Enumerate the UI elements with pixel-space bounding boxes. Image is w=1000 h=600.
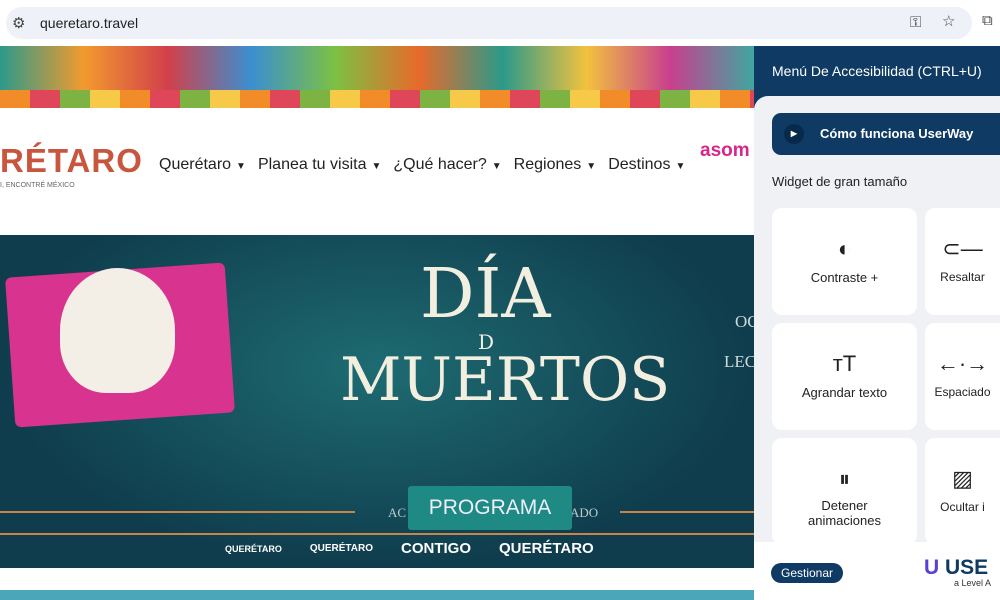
accessibility-panel: Menú De Accesibilidad (CTRL+U) ▶ Cómo fu…: [754, 46, 1000, 600]
play-icon: ▶: [784, 124, 804, 144]
how-it-works-button[interactable]: ▶ Cómo funciona UserWay: [772, 113, 1000, 155]
nav-label: Planea tu visita: [257, 156, 367, 173]
divider: [0, 511, 355, 513]
manage-button[interactable]: Gestionar: [771, 563, 844, 583]
card-label: Espaciado: [934, 385, 991, 399]
panel-body: ▶ Cómo funciona UserWay Widget de gran t…: [754, 96, 1000, 600]
nav-label: ¿Qué hacer?: [393, 156, 487, 173]
highlight-links-card[interactable]: ⊂— Resaltar: [925, 208, 1000, 315]
card-label: Contraste +: [810, 270, 879, 285]
sponsor-logo: QUERÉTARO: [309, 543, 373, 554]
nav-regiones[interactable]: Regiones ▼: [514, 156, 597, 174]
card-label: Agrandar texto: [801, 385, 888, 400]
brand-name: USE: [945, 556, 989, 579]
pause-icon: ⏸: [838, 466, 850, 491]
contrast-icon: ◐: [837, 236, 852, 261]
site-logo[interactable]: RÉTARO: [0, 142, 143, 180]
next-section: [0, 590, 754, 600]
hero-title-2: MUERTOS: [340, 345, 671, 415]
chevron-down-icon: ▼: [371, 161, 382, 172]
hero-title-1: DÍA: [420, 255, 551, 334]
site-settings-icon[interactable]: ⚙: [12, 14, 25, 32]
sponsor-logo: CONTIGO: [401, 540, 471, 557]
browser-toolbar: ⚙ queretaro.travel ⚿ ☆ ⧉: [0, 0, 1000, 46]
nav-label: Querétaro: [159, 156, 232, 173]
nav-queretaro[interactable]: Querétaro ▼: [159, 156, 246, 174]
brand-subtitle: a Level A: [954, 578, 992, 588]
programa-button[interactable]: PROGRAMA: [408, 486, 572, 530]
sponsor-logo: QUERÉTARO: [499, 540, 594, 557]
link-icon: ⊂—: [942, 236, 983, 261]
widget-size-label: Widget de gran tamaño: [772, 174, 908, 189]
chevron-down-icon: ▼: [675, 161, 686, 172]
partner-logo[interactable]: asom: [700, 140, 750, 162]
sponsor-logos: QUERÉTARO QUERÉTARO CONTIGO QUERÉTARO: [225, 540, 594, 557]
nav-planea[interactable]: Planea tu visita ▼: [258, 156, 381, 174]
address-bar[interactable]: [6, 7, 972, 39]
hide-images-card[interactable]: ▨ Ocultar i: [925, 438, 1000, 545]
contrast-card[interactable]: ◐ Contraste +: [772, 208, 917, 315]
extension-icon[interactable]: ⧉: [982, 12, 993, 29]
userway-logo[interactable]: U USE: [924, 556, 988, 580]
spacing-card[interactable]: ←·→ Espaciado: [925, 323, 1000, 430]
image-icon: ▨: [952, 466, 973, 491]
card-label: Ocultar i: [940, 500, 985, 514]
nav-label: Destinos: [608, 156, 671, 173]
userway-u-icon: U: [924, 556, 945, 579]
logo-tagline: I, ENCONTRÉ MÉXICO: [0, 182, 75, 189]
pause-animations-card[interactable]: ⏸ Detener animaciones: [772, 438, 917, 545]
hero-sub-text: ADO: [570, 505, 599, 520]
main-nav: Querétaro ▼ Planea tu visita ▼ ¿Qué hacer?…: [159, 156, 685, 174]
panel-title: Menú De Accesibilidad (CTRL+U): [772, 63, 982, 79]
key-icon[interactable]: ⚿: [910, 14, 921, 31]
chevron-down-icon: ▼: [586, 161, 597, 172]
divider: [0, 533, 754, 535]
divider: [620, 511, 754, 513]
url-text[interactable]: queretaro.travel: [40, 15, 138, 31]
sugar-skull-image: [60, 268, 175, 393]
how-label: Cómo funciona UserWay: [820, 126, 974, 141]
sponsor-logo: QUERÉTARO: [225, 543, 282, 554]
text-size-icon: тT: [832, 351, 857, 376]
nav-que-hacer[interactable]: ¿Qué hacer? ▼: [393, 156, 501, 174]
hero-side-text: LEC: [724, 352, 757, 371]
star-icon[interactable]: ☆: [942, 12, 955, 30]
card-label: Resaltar: [940, 270, 985, 284]
text-size-card[interactable]: тT Agrandar texto: [772, 323, 917, 430]
chevron-down-icon: ▼: [236, 161, 246, 172]
panel-footer: Gestionar U USE a Level A: [754, 542, 1000, 600]
nav-label: Regiones: [513, 156, 582, 173]
decorative-banner: [0, 46, 754, 108]
nav-destinos[interactable]: Destinos ▼: [608, 156, 685, 174]
card-label: Detener animaciones: [808, 498, 881, 528]
chevron-down-icon: ▼: [491, 161, 502, 172]
hero-sub-text: AC: [388, 505, 407, 520]
spacing-icon: ←·→: [936, 351, 989, 376]
